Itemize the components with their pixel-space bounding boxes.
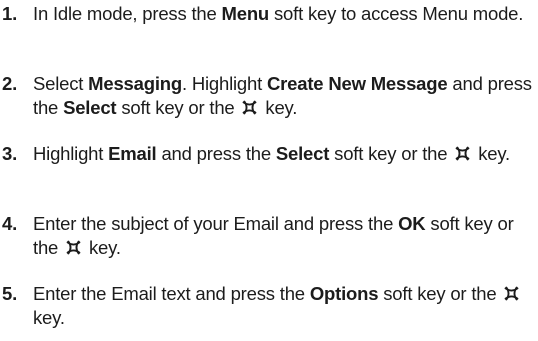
text-run: key. <box>33 307 65 328</box>
step-1: 1. In Idle mode, press the Menu soft key… <box>0 2 533 26</box>
email-label: Email <box>108 143 157 164</box>
step-number: 3. <box>2 143 18 164</box>
text-run: soft key to access Menu mode. <box>269 3 524 24</box>
options-key-label: Options <box>309 283 379 304</box>
text-run: key. <box>260 97 298 118</box>
text-run: key. <box>84 237 121 258</box>
text-run: key. <box>473 143 510 164</box>
nav-key-icon <box>241 99 258 116</box>
step-text: Highlight Email and press the Select sof… <box>33 142 533 166</box>
select-key-label: Select <box>63 97 117 118</box>
nav-key-icon <box>65 239 82 256</box>
text-run: Highlight <box>33 143 109 164</box>
messaging-label: Messaging <box>88 73 182 94</box>
step-number: 2. <box>2 73 18 94</box>
text-run: soft key or the <box>116 97 240 118</box>
text-run: soft key or the <box>378 283 502 304</box>
menu-key-label: Menu <box>221 3 270 24</box>
nav-key-icon <box>454 145 471 162</box>
text-run: In Idle mode, press the <box>33 3 222 24</box>
step-5: 5. Enter the Email text and press the Op… <box>0 282 533 330</box>
step-number: 1. <box>2 3 18 24</box>
step-text: Select Messaging. Highlight Create New M… <box>33 72 533 120</box>
step-4: 4. Enter the subject of your Email and p… <box>0 212 533 260</box>
text-run: Enter the subject of your Email and pres… <box>33 213 399 234</box>
text-run: . Highlight <box>181 73 267 94</box>
step-text: Enter the subject of your Email and pres… <box>33 212 533 260</box>
step-2: 2. Select Messaging. Highlight Create Ne… <box>0 72 533 120</box>
text-run: Select <box>33 73 89 94</box>
step-text: Enter the Email text and press the Optio… <box>33 282 533 330</box>
create-new-message-label: Create New Message <box>267 73 448 94</box>
step-text: In Idle mode, press the Menu soft key to… <box>33 2 533 26</box>
step-number: 4. <box>2 213 18 234</box>
step-3: 3. Highlight Email and press the Select … <box>0 142 533 166</box>
text-run: soft key or the <box>329 143 453 164</box>
select-key-label: Select <box>275 143 330 164</box>
text-run: Enter the Email text and press the <box>33 283 310 304</box>
ok-key-label: OK <box>398 213 426 234</box>
nav-key-icon <box>503 285 520 302</box>
step-number: 5. <box>2 283 18 304</box>
text-run: and press the <box>156 143 276 164</box>
